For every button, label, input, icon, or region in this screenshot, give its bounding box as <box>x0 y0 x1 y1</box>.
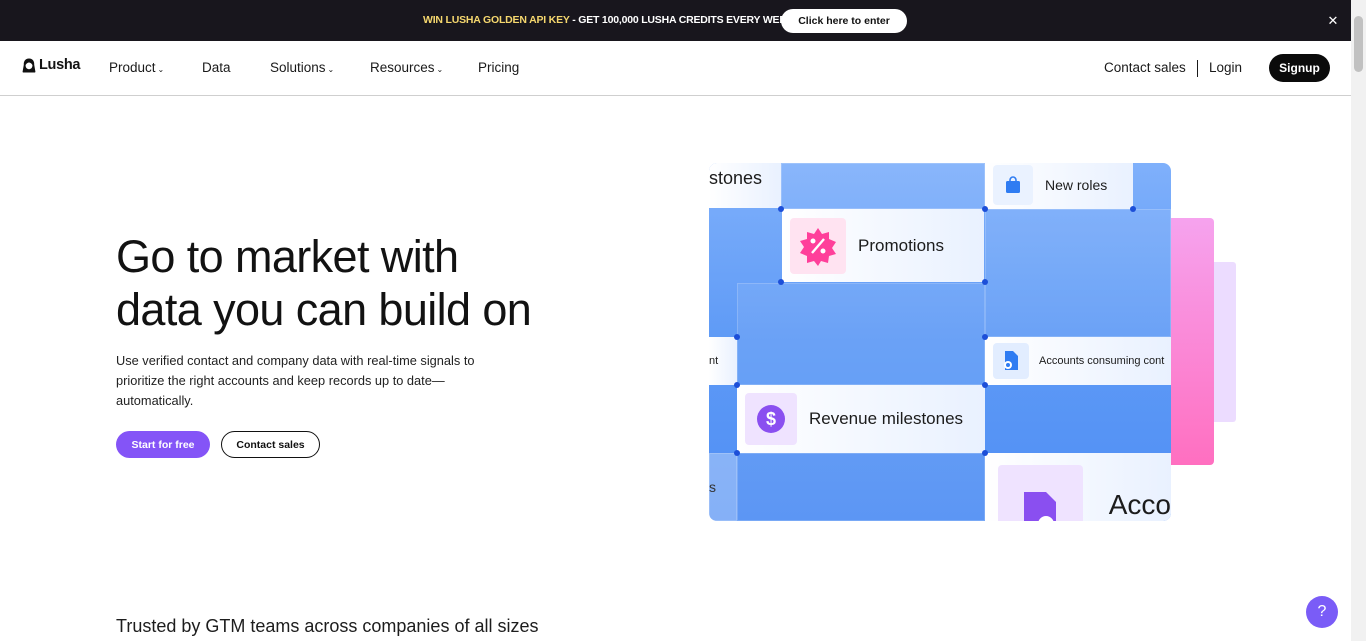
connector-dot <box>778 206 784 212</box>
grid-cell <box>985 209 1171 337</box>
announcement-text: WIN LUSHA GOLDEN API KEY - GET 100,000 L… <box>423 14 797 26</box>
chevron-down-icon: ⌄ <box>436 64 444 74</box>
connector-dot <box>982 382 988 388</box>
scrollbar-thumb[interactable] <box>1354 16 1363 72</box>
nav-data[interactable]: Data <box>202 60 231 75</box>
card-accounts-consuming: Accounts consuming cont <box>985 337 1171 385</box>
nav-pricing[interactable]: Pricing <box>478 60 519 75</box>
decorative-lavender-panel <box>1214 262 1236 422</box>
announcement-highlight: WIN LUSHA GOLDEN API KEY <box>423 14 570 26</box>
percent-badge-icon <box>790 217 846 274</box>
connector-dot <box>778 279 784 285</box>
nav-solutions[interactable]: Solutions ⌄ <box>270 60 334 75</box>
lusha-logo-icon <box>22 58 36 73</box>
card-partial-milestones-label: stones <box>709 168 763 188</box>
nav-resources[interactable]: Resources ⌄ <box>370 60 443 75</box>
chevron-down-icon: ⌄ <box>327 64 335 74</box>
decorative-pink-panel <box>1171 218 1214 465</box>
shopping-bag-icon <box>993 165 1033 205</box>
card-partial-milestones: stones <box>709 163 781 208</box>
card-partial-left: nt <box>709 337 737 385</box>
connector-dot <box>982 334 988 340</box>
nav-resources-label: Resources <box>370 60 435 75</box>
document-icon <box>998 465 1083 521</box>
card-partial-bottom-left: s <box>709 453 737 521</box>
connector-dot <box>982 450 988 456</box>
nav-solutions-label: Solutions <box>270 60 326 75</box>
close-icon[interactable]: ✕ <box>1324 12 1342 30</box>
card-partial-bottom-left-label: s <box>709 479 716 495</box>
signup-button[interactable]: Signup <box>1269 54 1330 82</box>
card-new-roles: New roles <box>985 163 1133 209</box>
brand-logo[interactable]: Lusha <box>22 57 81 73</box>
start-for-free-button[interactable]: Start for free <box>116 431 210 458</box>
card-partial-left-label: nt <box>709 355 719 367</box>
nav-login[interactable]: Login <box>1209 60 1242 75</box>
help-button[interactable]: ? <box>1306 596 1338 628</box>
connector-dot <box>734 334 740 340</box>
hero-illustration: stones New roles Promotions nt Accounts … <box>709 163 1171 521</box>
connector-dot <box>1130 206 1136 212</box>
enter-contest-button[interactable]: Click here to enter <box>781 9 907 33</box>
card-accounts-consuming-label: Accounts consuming cont <box>1039 355 1165 367</box>
card-promotions: Promotions <box>782 209 984 282</box>
connector-dot <box>982 279 988 285</box>
grid-cell <box>737 453 985 521</box>
svg-text:$: $ <box>766 409 776 429</box>
grid-cell <box>781 163 985 209</box>
nav-product-label: Product <box>109 60 156 75</box>
scrollbar-track[interactable] <box>1351 0 1366 641</box>
grid-cell <box>737 283 985 385</box>
nav-contact-sales[interactable]: Contact sales <box>1104 60 1186 75</box>
card-accounts-bottom: Acco <box>985 453 1171 521</box>
announcement-message: - GET 100,000 LUSHA CREDITS EVERY WEEK! <box>569 14 797 26</box>
brand-name: Lusha <box>39 57 81 73</box>
nav-pricing-label: Pricing <box>478 60 520 75</box>
connector-dot <box>982 206 988 212</box>
card-revenue-milestones: $ Revenue milestones <box>737 385 985 453</box>
chevron-down-icon: ⌄ <box>157 64 165 74</box>
connector-dot <box>734 382 740 388</box>
announcement-bar: WIN LUSHA GOLDEN API KEY - GET 100,000 L… <box>0 0 1351 41</box>
hero-title: Go to market with data you can build on <box>116 230 596 336</box>
main-navigation: Lusha Product ⌄ Data Solutions ⌄ Resources… <box>0 41 1351 96</box>
connector-dot <box>734 450 740 456</box>
contact-sales-button[interactable]: Contact sales <box>221 431 320 458</box>
dollar-icon: $ <box>745 393 797 445</box>
hero-title-line-2: data you can build on <box>116 284 532 335</box>
hero-title-line-1: Go to market with <box>116 231 459 282</box>
document-view-icon <box>993 343 1029 379</box>
nav-product[interactable]: Product ⌄ <box>109 60 164 75</box>
card-revenue-milestones-label: Revenue milestones <box>809 409 964 428</box>
hero-subtitle: Use verified contact and company data wi… <box>116 353 475 408</box>
nav-divider <box>1197 60 1198 77</box>
card-accounts-bottom-label: Acco <box>1108 489 1171 520</box>
nav-data-label: Data <box>202 60 231 75</box>
card-new-roles-label: New roles <box>1045 177 1108 193</box>
card-promotions-label: Promotions <box>858 235 944 255</box>
trusted-heading: Trusted by GTM teams across companies of… <box>116 616 539 636</box>
